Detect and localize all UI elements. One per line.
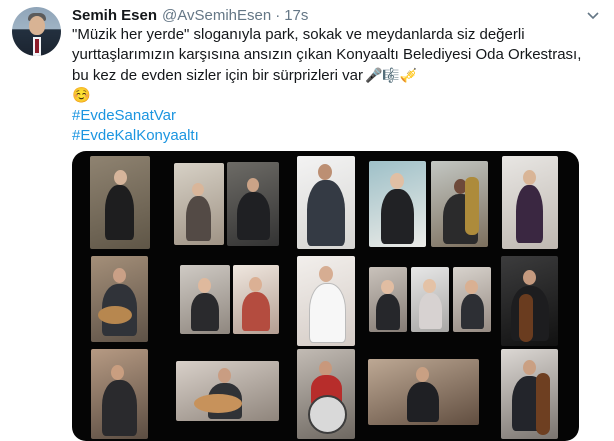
video-tile xyxy=(176,361,279,421)
video-tile xyxy=(453,267,491,332)
video-tile xyxy=(369,161,426,247)
microphone-emoji: 🎤 xyxy=(364,67,383,83)
video-tile xyxy=(180,265,230,334)
video-tile xyxy=(91,256,148,342)
separator-dot: · xyxy=(275,6,281,24)
timestamp[interactable]: 17s xyxy=(284,7,308,24)
video-tile xyxy=(297,156,355,249)
tweet-text-line: "Müzik her yerde" sloganıyla park, sokak… xyxy=(72,26,525,43)
tweet-text-line-content: bu kez de evden sizler için bir sürprizl… xyxy=(72,67,363,84)
video-tile xyxy=(501,256,558,346)
smiling-face-emoji: ☺️ xyxy=(72,87,91,104)
video-tile xyxy=(431,161,488,247)
trumpet-emoji: 🎺 xyxy=(399,67,418,83)
video-tile xyxy=(501,349,558,439)
tweet-header: Semih Esen @AvSemihEsen · 17s xyxy=(72,5,308,25)
avatar[interactable] xyxy=(12,7,61,56)
tweet-text: "Müzik her yerde" sloganıyla park, sokak… xyxy=(72,25,592,146)
hashtag-evdesanatvar[interactable]: #EvdeSanatVar xyxy=(72,106,592,126)
video-media[interactable] xyxy=(72,151,579,441)
video-tile xyxy=(90,156,150,249)
video-tile xyxy=(227,162,279,246)
video-tile xyxy=(502,156,558,249)
tweet-text-line: yurttaşlarımızın karşısına ansızın çıkan… xyxy=(72,46,582,63)
video-tile xyxy=(233,265,279,334)
tweet-text-line: bu kez de evden sizler için bir sürprizl… xyxy=(72,65,592,86)
hashtag-evdekalkonyaalti[interactable]: #EvdeKalKonyaaltı xyxy=(72,126,592,146)
tweet[interactable]: Semih Esen @AvSemihEsen · 17s "Müzik her… xyxy=(0,0,614,441)
chevron-down-icon[interactable] xyxy=(586,8,600,22)
video-tile xyxy=(368,359,479,425)
musical-score-emoji: 🎼 xyxy=(382,67,400,83)
video-tile xyxy=(297,349,355,439)
author-name[interactable]: Semih Esen xyxy=(72,7,157,24)
video-tile xyxy=(369,267,407,332)
video-tile xyxy=(91,349,148,439)
author-handle[interactable]: @AvSemihEsen xyxy=(162,7,271,24)
video-tile xyxy=(297,256,355,346)
emoji-group: 🎤🎼🎺 xyxy=(365,65,417,85)
video-tile xyxy=(411,267,449,332)
video-tile xyxy=(174,163,224,245)
